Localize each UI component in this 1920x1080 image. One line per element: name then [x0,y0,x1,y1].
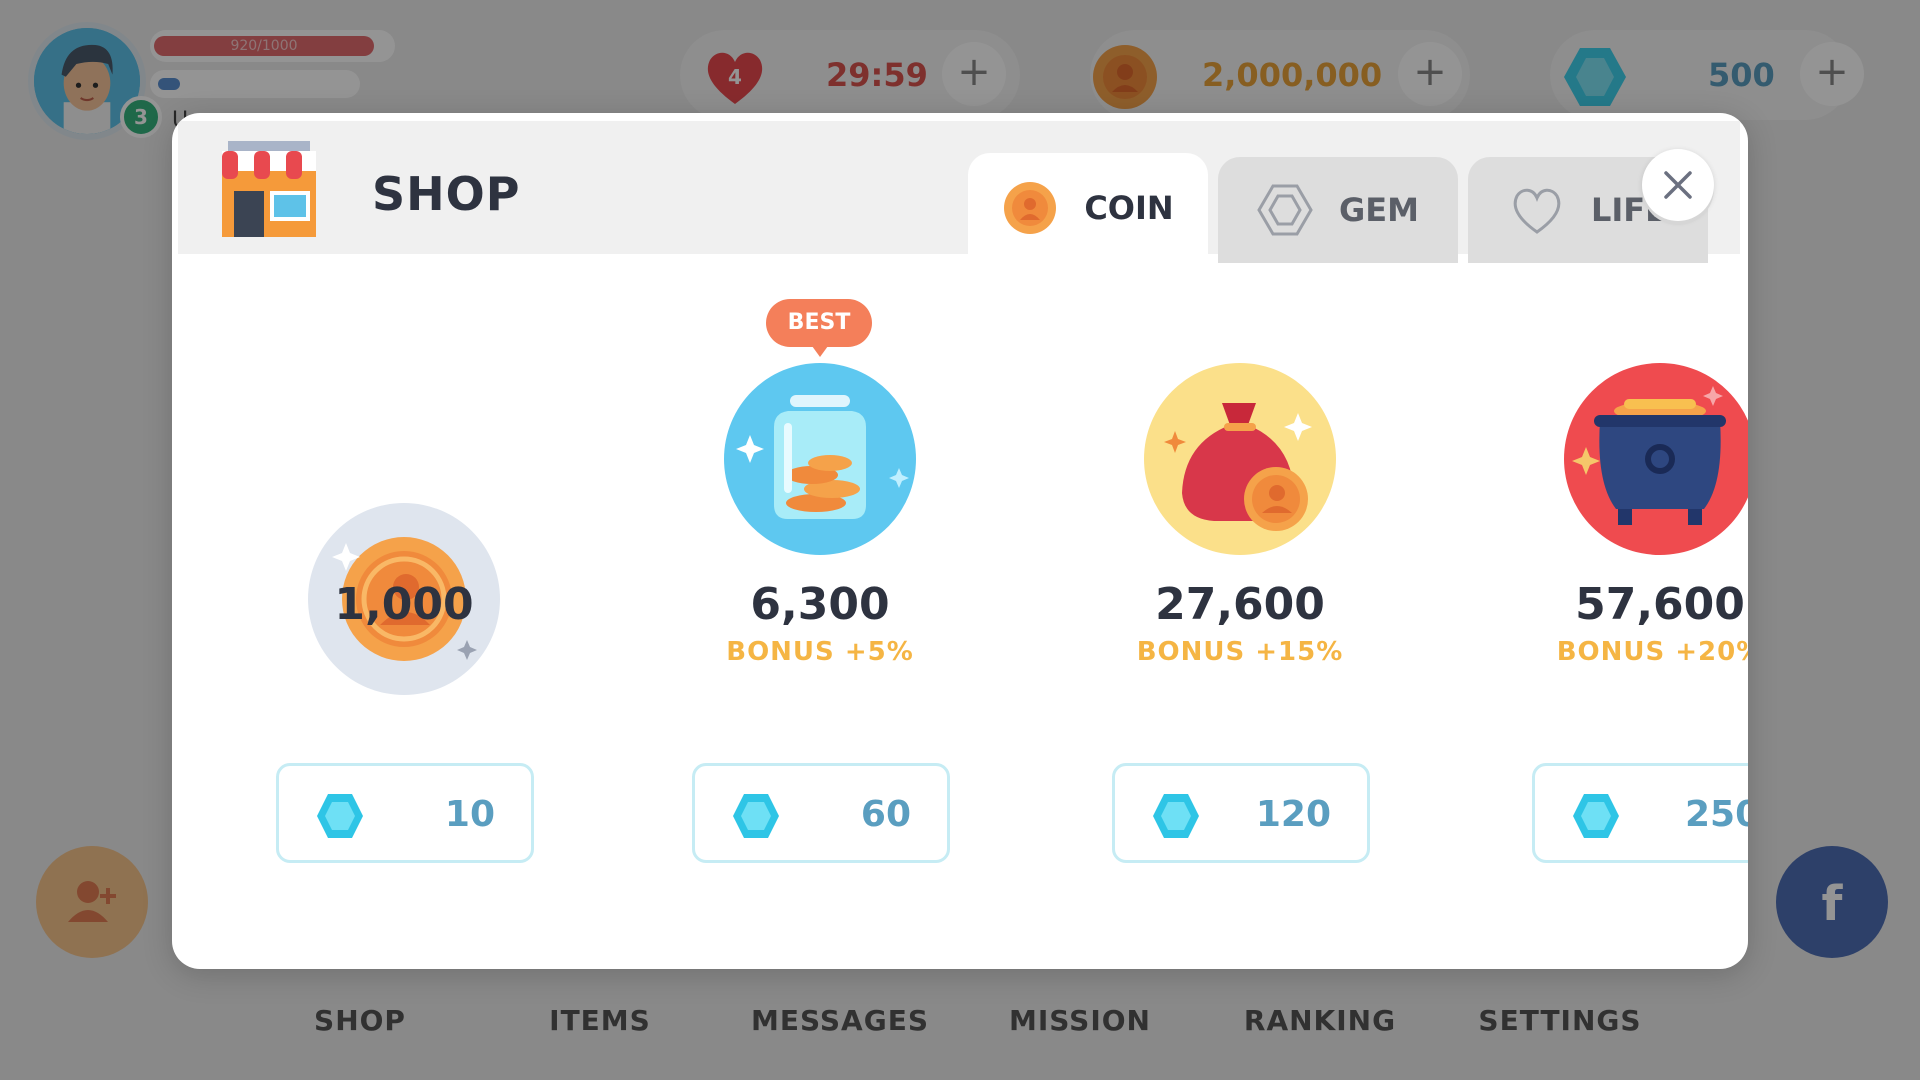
price-value: 250 [1685,794,1748,835]
gem-icon [1153,794,1199,838]
item-bonus: BONUS +15% [1136,637,1344,667]
coin-icon [1004,182,1057,234]
price-value: 120 [1255,794,1331,835]
best-badge: BEST [766,299,872,357]
shop-item: 57,600 BONUS +20% [1530,113,1748,713]
buy-button[interactable]: 120 [1112,763,1370,863]
shop-item: 1,000 [274,113,534,713]
gem-icon [733,794,779,838]
coin-jar-icon [724,363,916,555]
shop-items: 1,000 BEST 6,300 BONUS +5% 27,600 BONUS … [172,253,1748,969]
price-value: 60 [860,794,911,835]
gem-icon [1573,794,1619,838]
item-amount: 57,600 [1575,579,1745,630]
item-amount: 27,600 [1155,579,1325,630]
buy-button[interactable]: 250 [1532,763,1748,863]
gem-icon [317,794,363,838]
item-bonus: BONUS +20% [1556,637,1748,667]
coin-cauldron-icon [1564,363,1748,555]
shop-item: 27,600 BONUS +15% [1110,113,1370,713]
shop-item: BEST 6,300 BONUS +5% [690,113,950,713]
item-amount: 1,000 [334,579,474,630]
buy-button[interactable]: 60 [692,763,950,863]
item-amount: 6,300 [750,579,890,630]
buy-button[interactable]: 10 [276,763,534,863]
shop-modal: SHOP COIN GEM LIFE 1,000 BEST 6,300 BONU… [172,113,1748,969]
item-bonus: BONUS +5% [726,637,914,667]
coin-bag-icon [1144,363,1336,555]
price-value: 10 [444,794,495,835]
